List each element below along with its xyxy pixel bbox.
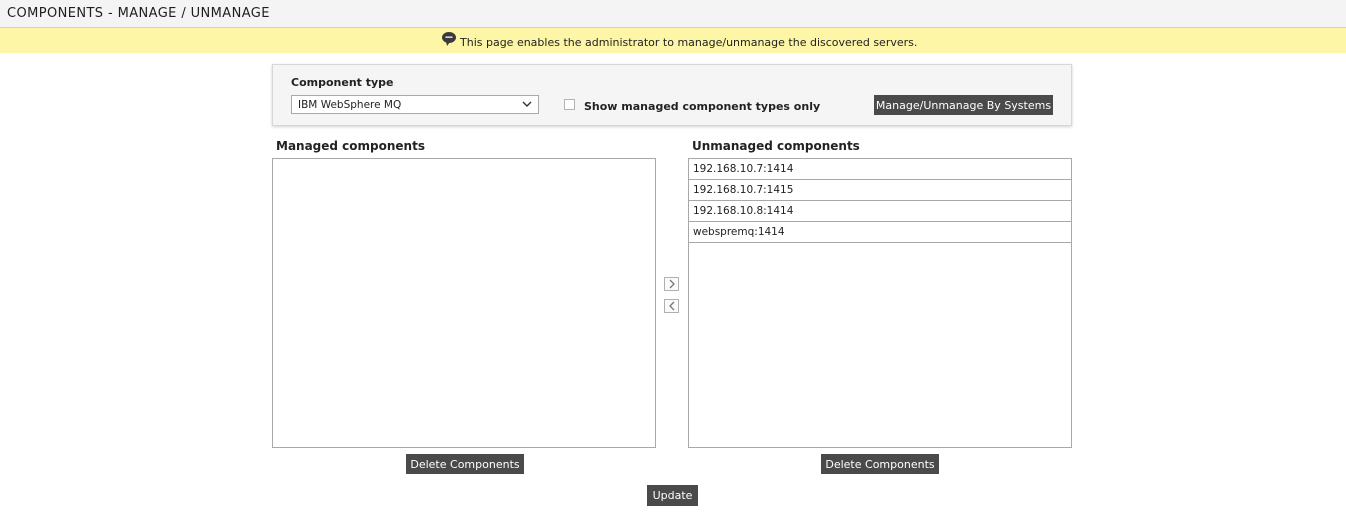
chevron-left-icon — [668, 301, 674, 311]
unmanaged-components-list[interactable]: 192.168.10.7:1414 192.168.10.7:1415 192.… — [688, 158, 1072, 448]
speech-bubble-icon — [442, 32, 456, 46]
show-managed-checkbox[interactable] — [564, 99, 575, 110]
show-managed-label: Show managed component types only — [584, 100, 821, 113]
component-type-value: IBM WebSphere MQ — [298, 99, 402, 111]
list-item[interactable]: webspremq:1414 — [689, 222, 1071, 243]
component-type-select[interactable]: IBM WebSphere MQ — [291, 95, 539, 114]
filter-panel: Component type IBM WebSphere MQ Show man… — [272, 64, 1072, 126]
page-title: COMPONENTS - MANAGE / UNMANAGE — [7, 6, 270, 21]
chevron-right-icon — [669, 279, 675, 289]
list-item[interactable]: 192.168.10.7:1414 — [689, 159, 1071, 180]
move-left-button[interactable] — [664, 299, 679, 313]
info-text: This page enables the administrator to m… — [460, 36, 918, 49]
delete-managed-components-button[interactable]: Delete Components — [406, 454, 524, 474]
delete-unmanaged-components-button[interactable]: Delete Components — [821, 454, 939, 474]
move-right-button[interactable] — [664, 277, 679, 291]
chevron-down-icon — [522, 101, 532, 107]
managed-components-list[interactable] — [272, 158, 656, 448]
update-button[interactable]: Update — [647, 485, 698, 506]
unmanaged-components-title: Unmanaged components — [692, 139, 860, 153]
component-type-label: Component type — [291, 76, 394, 89]
list-item[interactable]: 192.168.10.8:1414 — [689, 201, 1071, 222]
info-banner: This page enables the administrator to m… — [0, 28, 1346, 53]
manage-by-systems-button[interactable]: Manage/Unmanage By Systems — [874, 95, 1053, 115]
list-item[interactable]: 192.168.10.7:1415 — [689, 180, 1071, 201]
managed-components-title: Managed components — [276, 139, 425, 153]
header-bar: COMPONENTS - MANAGE / UNMANAGE — [0, 0, 1346, 28]
